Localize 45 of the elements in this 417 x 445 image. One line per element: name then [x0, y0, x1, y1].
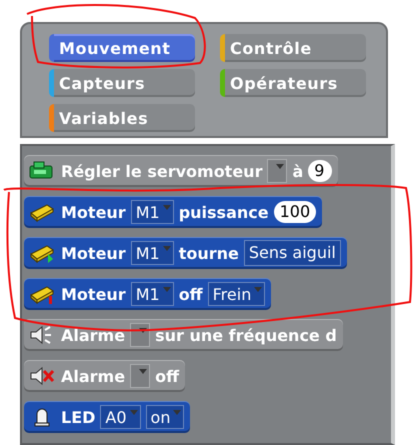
block-label: sur une fréquence d: [155, 326, 337, 344]
block-dropdown[interactable]: M1: [130, 200, 174, 224]
block-label: off: [178, 284, 203, 304]
category-tab[interactable]: Opérateurs: [220, 69, 366, 97]
block-label: puissance: [178, 202, 269, 222]
block-label: off: [155, 366, 180, 386]
caret-icon: [162, 205, 171, 210]
block-label: Moteur: [61, 284, 126, 304]
code-block[interactable]: Moteur M1 tourne Sens aiguil: [24, 237, 347, 269]
block-label: Moteur: [61, 202, 126, 222]
direction-field[interactable]: Sens aiguil: [244, 240, 341, 266]
code-block[interactable]: Régler le servomoteur à 9: [24, 155, 338, 187]
block-label: Régler le servomoteur: [61, 162, 262, 180]
caret-icon: [162, 287, 171, 292]
block-dropdown[interactable]: [130, 364, 150, 388]
caret-icon: [173, 410, 182, 415]
category-tab[interactable]: Contrôle: [220, 34, 366, 62]
number-input[interactable]: 100: [274, 201, 316, 223]
block-label: LED: [61, 408, 96, 426]
block-dropdown[interactable]: M1: [130, 241, 174, 265]
muted-speaker-icon: [28, 365, 56, 387]
code-block[interactable]: Moteur M1 puissance 100: [24, 196, 322, 228]
block-label: à: [292, 162, 304, 180]
block-dropdown[interactable]: M1: [130, 282, 174, 306]
block-label: tourne: [178, 244, 239, 262]
caret-icon: [130, 410, 138, 415]
block-dropdown[interactable]: [267, 159, 288, 183]
category-tab[interactable]: Capteurs: [49, 69, 195, 97]
block-dropdown[interactable]: Frein: [208, 282, 266, 306]
category-tab[interactable]: Mouvement: [49, 34, 195, 62]
code-block[interactable]: LED A0 on: [24, 401, 190, 433]
block-label: Alarme: [61, 366, 126, 386]
block-label: Alarme: [61, 326, 126, 344]
block-dropdown[interactable]: [130, 323, 150, 347]
caret-icon: [139, 328, 148, 333]
block-dropdown[interactable]: A0: [100, 405, 141, 429]
block-dropdown[interactable]: on: [146, 405, 184, 429]
category-tab[interactable]: Variables: [49, 104, 195, 132]
caret-icon: [254, 287, 262, 292]
code-block[interactable]: Moteur M1 off Frein: [24, 278, 272, 310]
caret-icon: [162, 246, 171, 251]
block-label: Moteur: [61, 244, 126, 262]
number-input[interactable]: 9: [308, 160, 332, 182]
caret-icon: [276, 164, 284, 169]
caret-icon: [139, 369, 148, 374]
